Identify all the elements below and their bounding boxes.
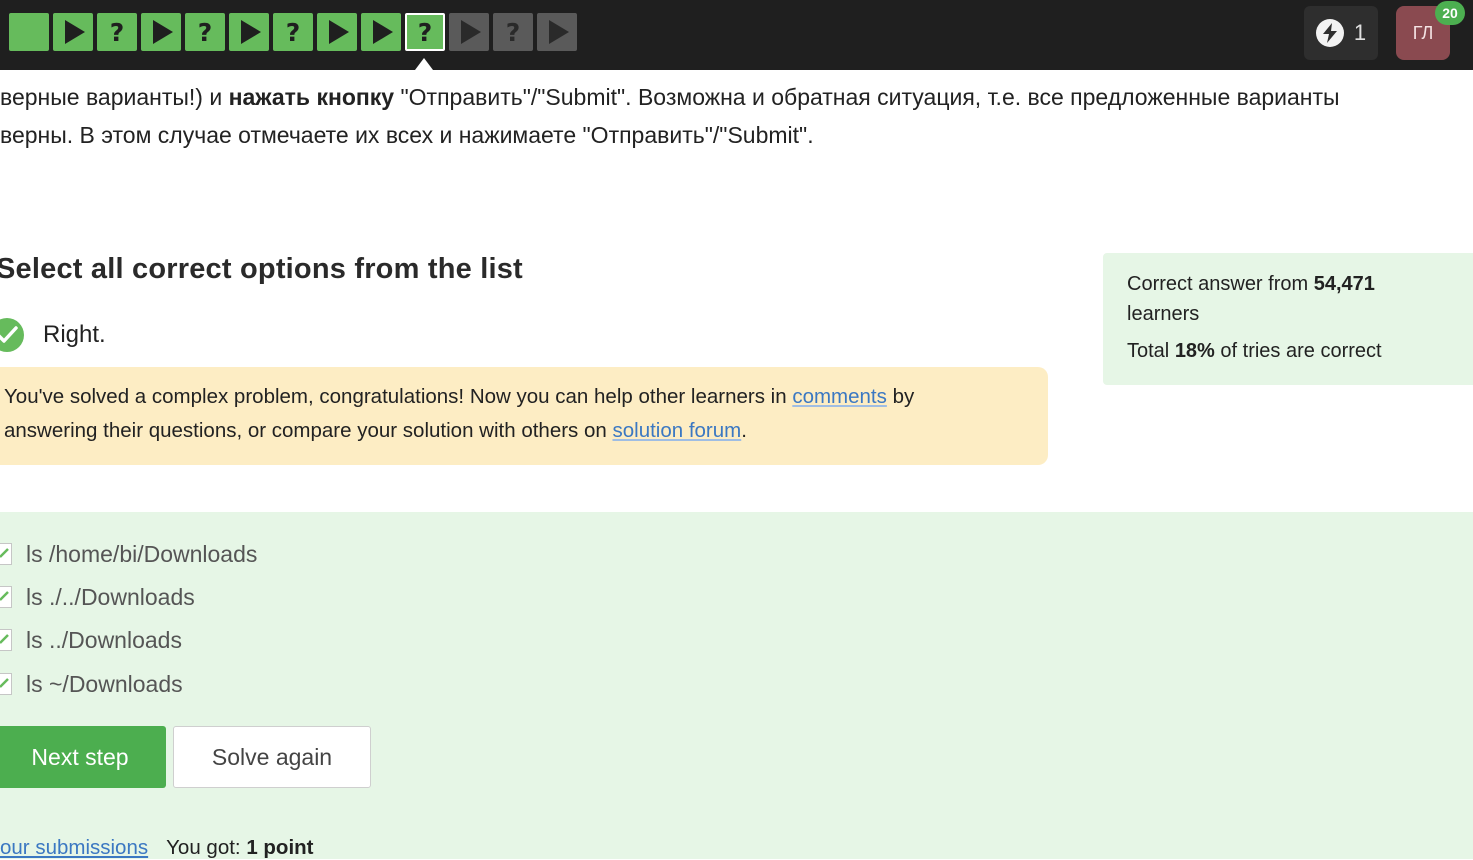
question-icon: ? <box>505 17 521 47</box>
stats-text: Correct answer from <box>1127 273 1314 295</box>
notice-text: by <box>886 385 915 408</box>
option-label: ls ../Downloads <box>26 626 182 653</box>
current-step-pointer <box>415 58 433 70</box>
play-icon <box>241 20 261 44</box>
option-label: ls /home/bi/Downloads <box>26 540 258 567</box>
notice-text: . <box>741 419 747 442</box>
instructions-text: верные варианты!) и <box>0 84 229 110</box>
question-icon: ? <box>109 17 125 47</box>
option-2[interactable]: ls ./../Downloads <box>0 582 195 612</box>
lightning-icon <box>1315 19 1344 47</box>
step-tile-12[interactable]: ? <box>493 13 533 51</box>
stats-text: learners <box>1127 303 1200 325</box>
stats-text: Total <box>1127 340 1175 362</box>
step-tile-1[interactable] <box>9 13 49 51</box>
play-icon <box>329 20 349 44</box>
score-label: You got: <box>166 836 247 859</box>
question-icon: ? <box>285 17 301 47</box>
quiz-heading: Select all correct options from the list <box>0 253 523 285</box>
next-step-button[interactable]: Next step <box>0 726 166 788</box>
instructions-text: "Отправить"/"Submit". Возможна и обратна… <box>394 84 1340 110</box>
option-4[interactable]: ls ~/Downloads <box>0 669 183 699</box>
checkbox-checked-icon[interactable] <box>0 673 12 695</box>
congrats-notice: You've solved a complex problem, congrat… <box>0 367 1048 465</box>
option-3[interactable]: ls ../Downloads <box>0 625 182 655</box>
top-bar: ????? 1 ГЛ 20 <box>0 0 1473 70</box>
option-1[interactable]: ls /home/bi/Downloads <box>0 539 257 569</box>
step-tile-8[interactable] <box>317 13 357 51</box>
step-tile-10[interactable]: ? <box>405 13 445 51</box>
step-tile-6[interactable] <box>229 13 269 51</box>
option-label: ls ./../Downloads <box>26 583 195 610</box>
solve-again-button[interactable]: Solve again <box>173 726 371 788</box>
instructions-line-2: верны. В этом случае отмечаете их всех и… <box>0 122 814 148</box>
play-icon <box>373 20 393 44</box>
step-navigation: ????? <box>9 13 577 51</box>
score-value: 1 point <box>246 836 314 859</box>
solution-forum-link[interactable]: solution forum <box>612 419 741 442</box>
stats-text: of tries are correct <box>1214 340 1382 362</box>
step-tile-5[interactable]: ? <box>185 13 225 51</box>
step-tile-13[interactable] <box>537 13 577 51</box>
step-tile-9[interactable] <box>361 13 401 51</box>
instructions-line-1: верные варианты!) и нажать кнопку "Отпра… <box>0 78 1460 116</box>
question-icon: ? <box>417 17 433 47</box>
play-icon <box>153 20 173 44</box>
checkbox-checked-icon[interactable] <box>0 543 12 565</box>
energy-count: 1 <box>1353 20 1367 45</box>
option-label: ls ~/Downloads <box>26 670 183 697</box>
instructions-bold: нажать кнопку <box>228 84 395 110</box>
checkmark-icon <box>0 318 24 352</box>
play-icon <box>549 20 569 44</box>
stats-percent: Total 18% of tries are correct <box>1127 336 1459 366</box>
notice-text: answering their questions, or compare yo… <box>4 419 613 442</box>
notification-badge: 20 <box>1435 1 1465 25</box>
energy-counter[interactable]: 1 <box>1304 6 1378 60</box>
avatar-initials: ГЛ <box>1412 22 1434 43</box>
play-icon <box>461 20 481 44</box>
result-status: Right. <box>0 318 106 352</box>
checkbox-checked-icon[interactable] <box>0 586 12 608</box>
submission-footer: our submissions You got: 1 point <box>0 836 314 860</box>
submissions-link[interactable]: our submissions <box>0 836 148 859</box>
step-tile-3[interactable]: ? <box>97 13 137 51</box>
result-label: Right. <box>43 321 106 348</box>
checkbox-checked-icon[interactable] <box>0 629 12 651</box>
step-tile-7[interactable]: ? <box>273 13 313 51</box>
step-tile-11[interactable] <box>449 13 489 51</box>
learners-count: 54,471 <box>1313 273 1375 295</box>
stats-learners: Correct answer from 54,471 learners <box>1127 269 1459 329</box>
step-tile-2[interactable] <box>53 13 93 51</box>
step-tile-4[interactable] <box>141 13 181 51</box>
play-icon <box>65 20 85 44</box>
question-icon: ? <box>197 17 213 47</box>
step-instructions: верные варианты!) и нажать кнопку "Отпра… <box>0 78 1460 154</box>
stats-panel: Correct answer from 54,471 learners Tota… <box>1103 253 1473 385</box>
notice-text: You've solved a complex problem, congrat… <box>4 385 793 408</box>
comments-link[interactable]: comments <box>792 385 887 408</box>
correct-percent: 18% <box>1174 340 1215 362</box>
